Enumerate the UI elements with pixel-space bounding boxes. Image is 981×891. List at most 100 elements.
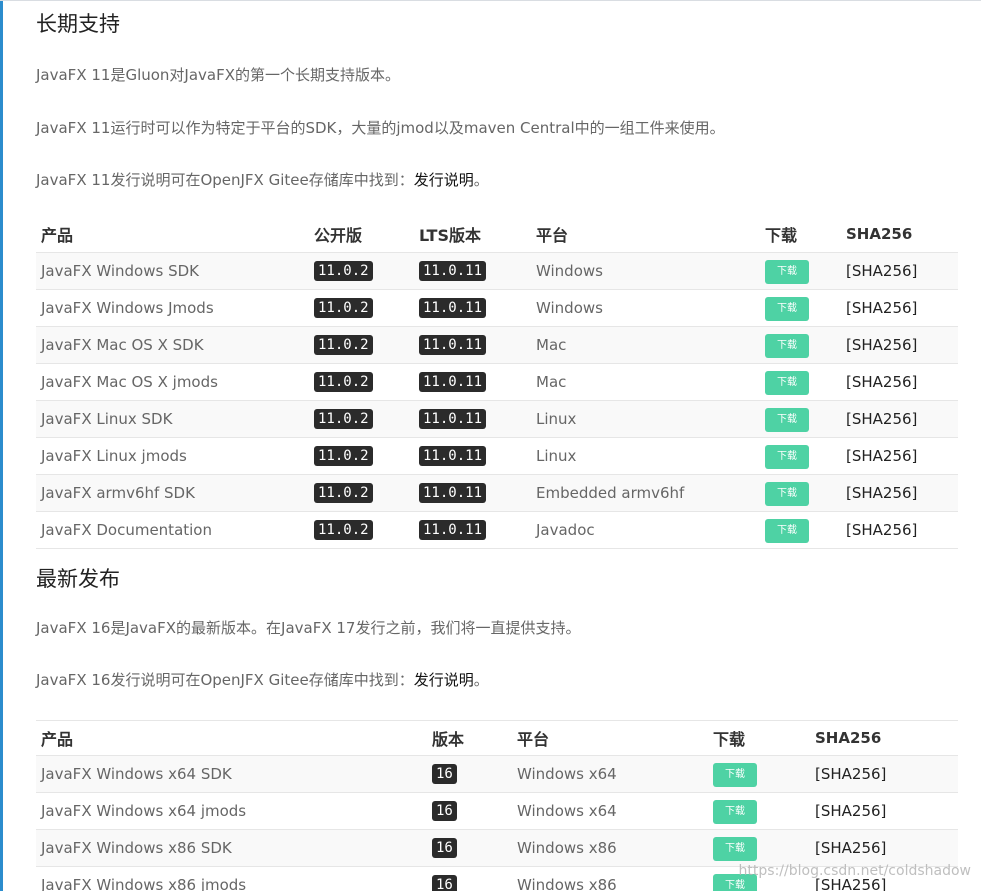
platform-cell: Mac: [531, 326, 760, 364]
table-row: JavaFX Windows x86 SDK 16 Windows x86 下载 [SH…: [36, 829, 958, 867]
lts-version-badge: 11.0.11: [419, 408, 487, 429]
table-row: JavaFX Mac OS X SDK 11.0.2 11.0.11 Mac 下载 [SH…: [36, 326, 958, 364]
lts-header-product: 产品: [36, 217, 309, 253]
sha256-link[interactable]: [SHA256]: [846, 447, 917, 465]
sha256-link[interactable]: [SHA256]: [846, 521, 917, 539]
version-badge: 16: [432, 875, 457, 891]
lts-version-cell: 11.0.11: [414, 474, 531, 512]
sha256-cell: [SHA256]: [841, 400, 958, 438]
table-row: JavaFX Windows Jmods 11.0.2 11.0.11 Windows…: [36, 289, 958, 327]
lts-description-3: JavaFX 11发行说明可在OpenJFX Gitee存储库中找到：发行说明。: [36, 170, 489, 190]
lts-header-sha256: SHA256: [841, 217, 958, 253]
lts-release-notes-suffix: 。: [473, 171, 489, 189]
public-version-cell: 11.0.2: [309, 474, 414, 512]
sha256-link[interactable]: [SHA256]: [815, 765, 886, 783]
latest-release-notes-prefix: JavaFX 16发行说明可在OpenJFX Gitee存储库中找到：: [36, 671, 414, 689]
lts-version-badge: 11.0.11: [419, 297, 487, 318]
public-version-cell: 11.0.2: [309, 326, 414, 364]
public-version-badge: 11.0.2: [314, 519, 373, 540]
sha256-link[interactable]: [SHA256]: [846, 484, 917, 502]
sha256-cell: [SHA256]: [810, 792, 958, 830]
table-row: JavaFX Windows x64 SDK 16 Windows x64 下载 [SH…: [36, 755, 958, 793]
sha256-link[interactable]: [SHA256]: [846, 373, 917, 391]
lts-version-cell: 11.0.11: [414, 326, 531, 364]
download-cell: 下载: [760, 363, 841, 401]
latest-section-title: 最新发布: [36, 567, 120, 591]
latest-description-2: JavaFX 16发行说明可在OpenJFX Gitee存储库中找到：发行说明。: [36, 670, 489, 690]
product-cell: JavaFX Windows Jmods: [36, 289, 309, 327]
sha256-cell: [SHA256]: [810, 755, 958, 793]
sha256-link[interactable]: [SHA256]: [815, 839, 886, 857]
download-button[interactable]: 下载: [765, 444, 809, 469]
download-button[interactable]: 下载: [765, 370, 809, 395]
download-button[interactable]: 下载: [713, 837, 757, 861]
public-version-badge: 11.0.2: [314, 297, 373, 318]
lts-description-2: JavaFX 11运行时可以作为特定于平台的SDK，大量的jmod以及maven…: [36, 119, 725, 137]
download-button[interactable]: 下载: [765, 333, 809, 358]
download-button[interactable]: 下载: [765, 481, 809, 506]
platform-cell: Windows x86: [512, 829, 708, 867]
platform-cell: Windows: [531, 252, 760, 290]
download-button[interactable]: 下载: [765, 296, 809, 321]
download-button[interactable]: 下载: [765, 259, 809, 284]
product-cell: JavaFX Windows SDK: [36, 252, 309, 290]
public-version-cell: 11.0.2: [309, 252, 414, 290]
lts-table-header-row: 产品 公开版 LTS版本 平台 下载 SHA256: [36, 217, 958, 253]
product-cell: JavaFX Mac OS X SDK: [36, 326, 309, 364]
lts-version-cell: 11.0.11: [414, 363, 531, 401]
product-cell: JavaFX Documentation: [36, 511, 309, 549]
latest-release-notes-link[interactable]: 发行说明: [414, 671, 474, 689]
download-cell: 下载: [708, 755, 810, 793]
version-badge: 16: [432, 764, 457, 784]
sha256-cell: [SHA256]: [841, 511, 958, 549]
download-cell: 下载: [760, 437, 841, 475]
sha256-cell: [SHA256]: [841, 437, 958, 475]
download-button[interactable]: 下载: [713, 763, 757, 787]
sha256-link[interactable]: [SHA256]: [846, 336, 917, 354]
sha256-cell: [SHA256]: [841, 363, 958, 401]
product-cell: JavaFX Mac OS X jmods: [36, 363, 309, 401]
latest-table-header-row: 产品 版本 平台 下载 SHA256: [36, 720, 958, 756]
latest-description-1: JavaFX 16是JavaFX的最新版本。在JavaFX 17发行之前，我们将…: [36, 619, 581, 637]
lts-release-notes-link[interactable]: 发行说明: [414, 171, 474, 189]
platform-cell: Linux: [531, 400, 760, 438]
table-row: JavaFX Linux jmods 11.0.2 11.0.11 Linux 下载 [S…: [36, 437, 958, 475]
download-cell: 下载: [760, 511, 841, 549]
download-cell: 下载: [760, 400, 841, 438]
latest-header-download: 下载: [708, 720, 810, 756]
sha256-cell: [SHA256]: [841, 289, 958, 327]
download-cell: 下载: [760, 289, 841, 327]
public-version-cell: 11.0.2: [309, 400, 414, 438]
sha256-link[interactable]: [SHA256]: [846, 262, 917, 280]
platform-cell: Windows x86: [512, 866, 708, 891]
lts-section-title: 长期支持: [36, 12, 120, 36]
product-cell: JavaFX Linux jmods: [36, 437, 309, 475]
sha256-cell: [SHA256]: [810, 829, 958, 867]
lts-header-platform: 平台: [531, 217, 760, 253]
version-cell: 16: [427, 866, 512, 891]
public-version-badge: 11.0.2: [314, 445, 373, 466]
platform-cell: Linux: [531, 437, 760, 475]
download-cell: 下载: [760, 252, 841, 290]
watermark: https://blog.csdn.net/coldshadow: [738, 863, 971, 879]
version-cell: 16: [427, 755, 512, 793]
download-button[interactable]: 下载: [765, 407, 809, 432]
version-cell: 16: [427, 792, 512, 830]
sha256-link[interactable]: [SHA256]: [815, 802, 886, 820]
download-button[interactable]: 下载: [713, 800, 757, 824]
product-cell: JavaFX Windows x86 jmods: [36, 866, 427, 891]
platform-cell: Windows x64: [512, 792, 708, 830]
lts-version-cell: 11.0.11: [414, 289, 531, 327]
table-row: JavaFX Windows SDK 11.0.2 11.0.11 Windows 下载…: [36, 252, 958, 290]
lts-version-badge: 11.0.11: [419, 260, 487, 281]
table-row: JavaFX armv6hf SDK 11.0.2 11.0.11 Embedded …: [36, 474, 958, 512]
lts-header-lts: LTS版本: [414, 217, 531, 253]
lts-download-table: 产品 公开版 LTS版本 平台 下载 SHA256 JavaFX Windows…: [36, 217, 958, 549]
sha256-link[interactable]: [SHA256]: [846, 410, 917, 428]
sha256-link[interactable]: [SHA256]: [846, 299, 917, 317]
lts-version-cell: 11.0.11: [414, 252, 531, 290]
download-button[interactable]: 下载: [765, 518, 809, 543]
public-version-badge: 11.0.2: [314, 334, 373, 355]
lts-version-badge: 11.0.11: [419, 445, 487, 466]
left-border-rule: [0, 1, 3, 891]
